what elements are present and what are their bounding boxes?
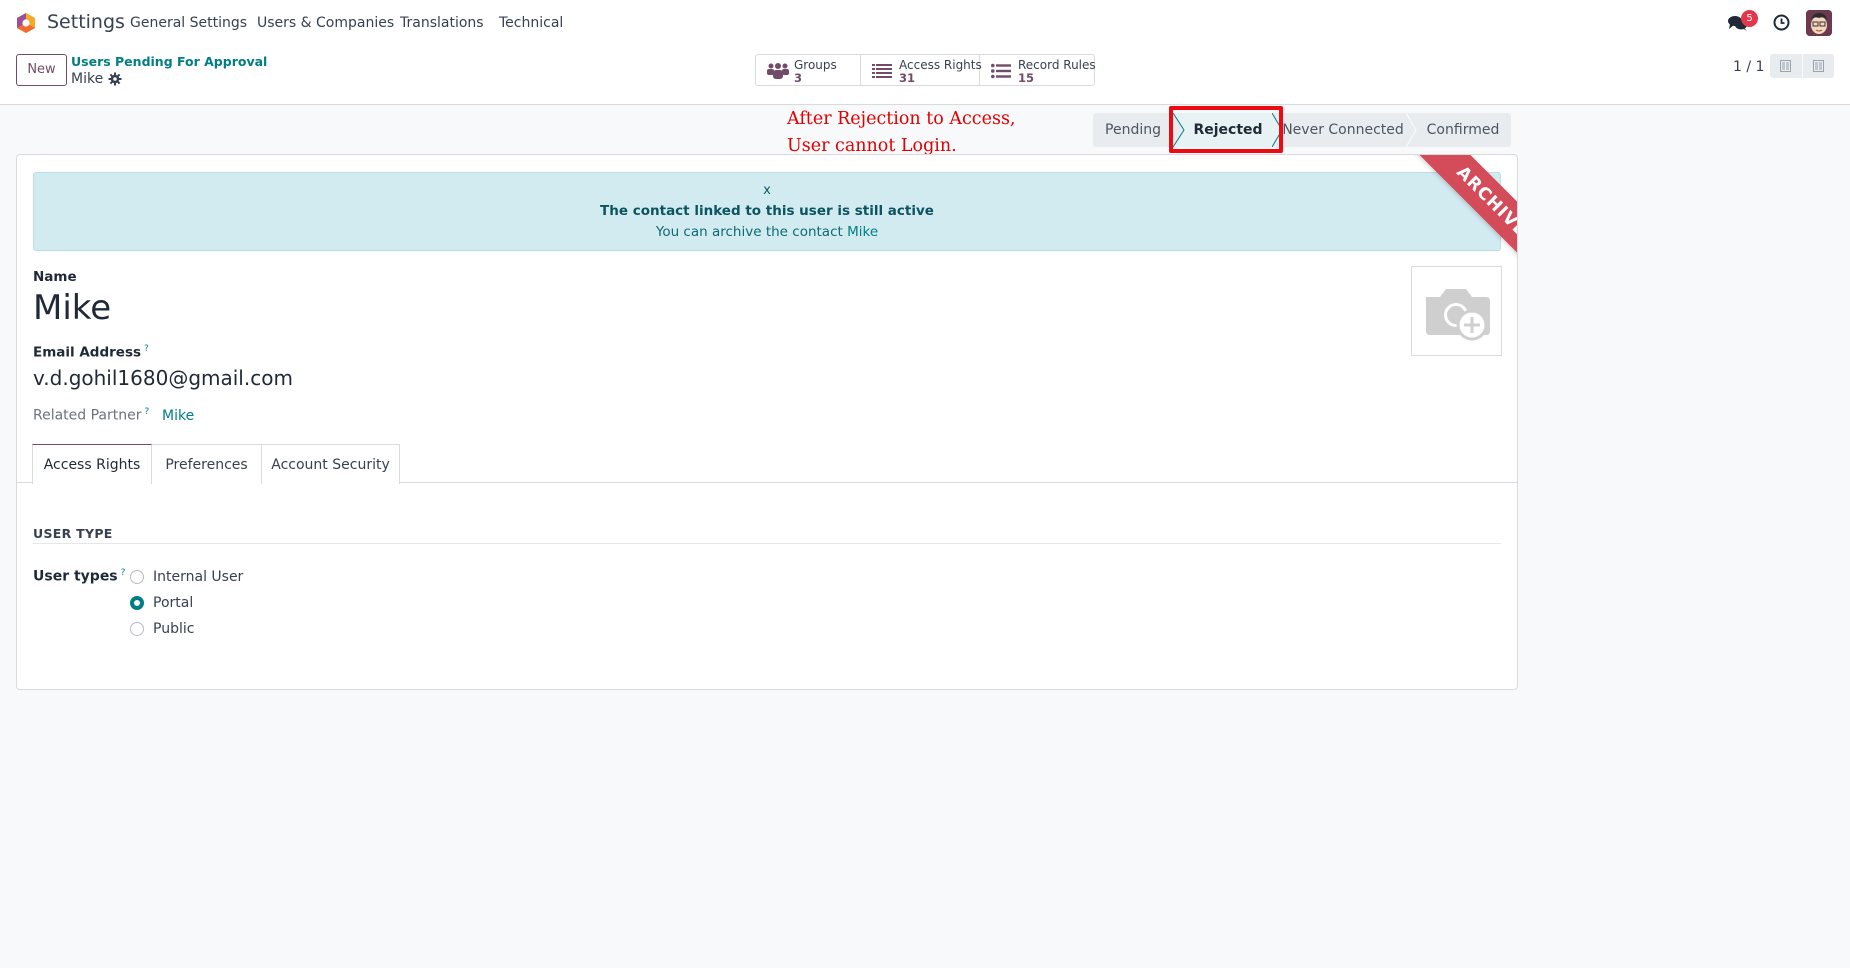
odoo-logo-icon[interactable] (15, 12, 37, 34)
notebook-tabs: Access Rights Preferences Account Securi… (17, 444, 1517, 484)
avatar-face-icon (1806, 10, 1832, 36)
bullet-list-icon (991, 63, 1011, 79)
related-partner-link[interactable]: Mike (162, 408, 194, 424)
stage-never-connected[interactable]: Never Connected (1273, 113, 1417, 147)
radio-internal-user-label: Internal User (153, 569, 244, 585)
radio-public[interactable]: Public (130, 621, 194, 637)
radio-public-label: Public (153, 621, 195, 637)
user-avatar[interactable] (1806, 10, 1832, 36)
stage-confirmed[interactable]: Confirmed (1407, 113, 1511, 147)
radio-internal-user-input[interactable] (130, 570, 144, 584)
previous-icon (1780, 60, 1792, 72)
breadcrumb-current-record: Mike (71, 71, 104, 87)
radio-internal-user[interactable]: Internal User (130, 569, 243, 585)
alert-contact-link[interactable]: Mike (847, 224, 878, 240)
stage-never-connected-label: Never Connected (1282, 122, 1404, 138)
menu-users-companies[interactable]: Users & Companies (257, 15, 394, 31)
pager-buttons (1770, 54, 1834, 78)
tab-account-security[interactable]: Account Security (261, 444, 400, 484)
messages-badge: 5 (1741, 10, 1758, 27)
pager-value[interactable]: 1 / 1 (1733, 59, 1764, 75)
groups-label: Groups (794, 58, 837, 72)
user-types-label: User types? (33, 568, 125, 585)
stage-separator-icon (1406, 113, 1417, 147)
stage-arrow-right-icon (1272, 113, 1283, 147)
smart-buttons: Groups 3 Access Rights 31 Record Rules 1… (755, 54, 1096, 86)
radio-portal-input[interactable] (130, 596, 144, 610)
list-icon (872, 64, 892, 78)
alert-close-button[interactable]: x (34, 183, 1500, 198)
stage-rejected-label: Rejected (1193, 122, 1263, 138)
stage-pending-label: Pending (1105, 122, 1161, 138)
related-partner-help-icon[interactable]: ? (145, 407, 150, 417)
stage-rejected[interactable]: Rejected (1173, 113, 1283, 147)
info-alert: x The contact linked to this user is sti… (33, 172, 1501, 251)
breadcrumb-users-pending[interactable]: Users Pending For Approval (71, 54, 267, 69)
clock-icon[interactable] (1773, 14, 1790, 31)
radio-portal[interactable]: Portal (130, 595, 193, 611)
form-sheet: x The contact linked to this user is sti… (16, 154, 1518, 690)
menu-translations[interactable]: Translations (400, 15, 484, 31)
user-type-section-title: USER TYPE (33, 526, 113, 541)
stage-pending[interactable]: Pending (1093, 113, 1173, 147)
record-rules-count: 15 (1018, 71, 1035, 85)
camera-add-icon (1426, 289, 1490, 341)
next-icon (1812, 60, 1824, 72)
users-icon (767, 63, 789, 79)
app-title[interactable]: Settings (47, 11, 125, 33)
alert-title: The contact linked to this user is still… (600, 203, 934, 219)
annotation-line-1: After Rejection to Access, (787, 109, 1016, 129)
annotation-text: After Rejection to Access, User cannot L… (787, 106, 1016, 160)
related-partner-label: Related Partner? (33, 407, 149, 424)
photo-upload[interactable] (1411, 266, 1502, 356)
stage-confirmed-label: Confirmed (1426, 122, 1500, 138)
user-types-label-text: User types (33, 568, 118, 585)
section-divider (33, 543, 1501, 544)
user-types-help-icon[interactable]: ? (121, 568, 126, 578)
alert-body-text: You can archive the contact (655, 224, 848, 240)
menu-general-settings[interactable]: General Settings (130, 15, 247, 31)
status-bar: Pending Rejected Never Connected Confirm… (1093, 113, 1511, 147)
access-rights-label: Access Rights (899, 58, 982, 72)
radio-public-input[interactable] (130, 622, 144, 636)
tab-access-rights[interactable]: Access Rights (32, 444, 152, 484)
new-button[interactable]: New (16, 54, 67, 86)
record-rules-label: Record Rules (1018, 58, 1096, 72)
pager-next-button[interactable] (1803, 54, 1835, 78)
record-rules-smart-button[interactable]: Record Rules 15 (980, 55, 1096, 85)
groups-smart-button[interactable]: Groups 3 (756, 55, 861, 85)
access-rights-count: 31 (899, 71, 916, 85)
email-field[interactable]: v.d.gohil1680@gmail.com (33, 366, 293, 390)
tab-preferences[interactable]: Preferences (151, 444, 262, 484)
email-label: Email Address? (33, 344, 149, 361)
control-panel: New Users Pending For Approval Mike Grou… (0, 46, 1850, 105)
alert-body: You can archive the contact Mike (34, 224, 1500, 240)
groups-count: 3 (794, 71, 803, 85)
stage-arrow-left-icon (1173, 113, 1185, 147)
access-rights-smart-button[interactable]: Access Rights 31 (861, 55, 982, 85)
email-help-icon[interactable]: ? (144, 344, 149, 354)
gear-icon[interactable] (108, 72, 122, 86)
name-field[interactable]: Mike (33, 288, 111, 328)
related-partner-label-text: Related Partner (33, 407, 142, 424)
menu-technical[interactable]: Technical (499, 15, 563, 31)
top-navbar: Settings General Settings Users & Compan… (0, 0, 1850, 46)
radio-portal-label: Portal (153, 595, 194, 611)
email-label-text: Email Address (33, 344, 142, 361)
name-label: Name (33, 269, 77, 285)
pager-previous-button[interactable] (1770, 54, 1803, 78)
